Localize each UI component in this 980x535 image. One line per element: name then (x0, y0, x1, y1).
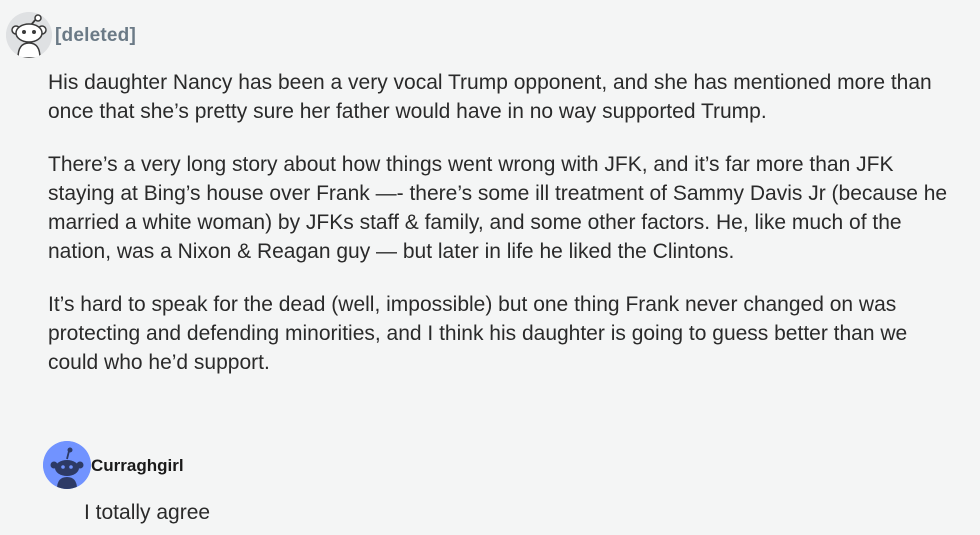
username[interactable]: [deleted] (55, 25, 136, 47)
comment-body: His daughter Nancy has been a very vocal… (48, 68, 963, 401)
username[interactable]: Curraghgirl (91, 456, 184, 476)
snoo-avatar-icon (6, 12, 52, 58)
comment-paragraph: His daughter Nancy has been a very vocal… (48, 71, 932, 123)
avatar[interactable] (43, 441, 91, 489)
comment-paragraph: There’s a very long story about how thin… (48, 153, 948, 263)
snoo-avatar-icon (43, 441, 91, 489)
comment-body: I totally agree (84, 501, 211, 524)
comment-paragraph: It’s hard to speak for the dead (well, i… (48, 293, 908, 374)
avatar[interactable] (6, 12, 52, 58)
